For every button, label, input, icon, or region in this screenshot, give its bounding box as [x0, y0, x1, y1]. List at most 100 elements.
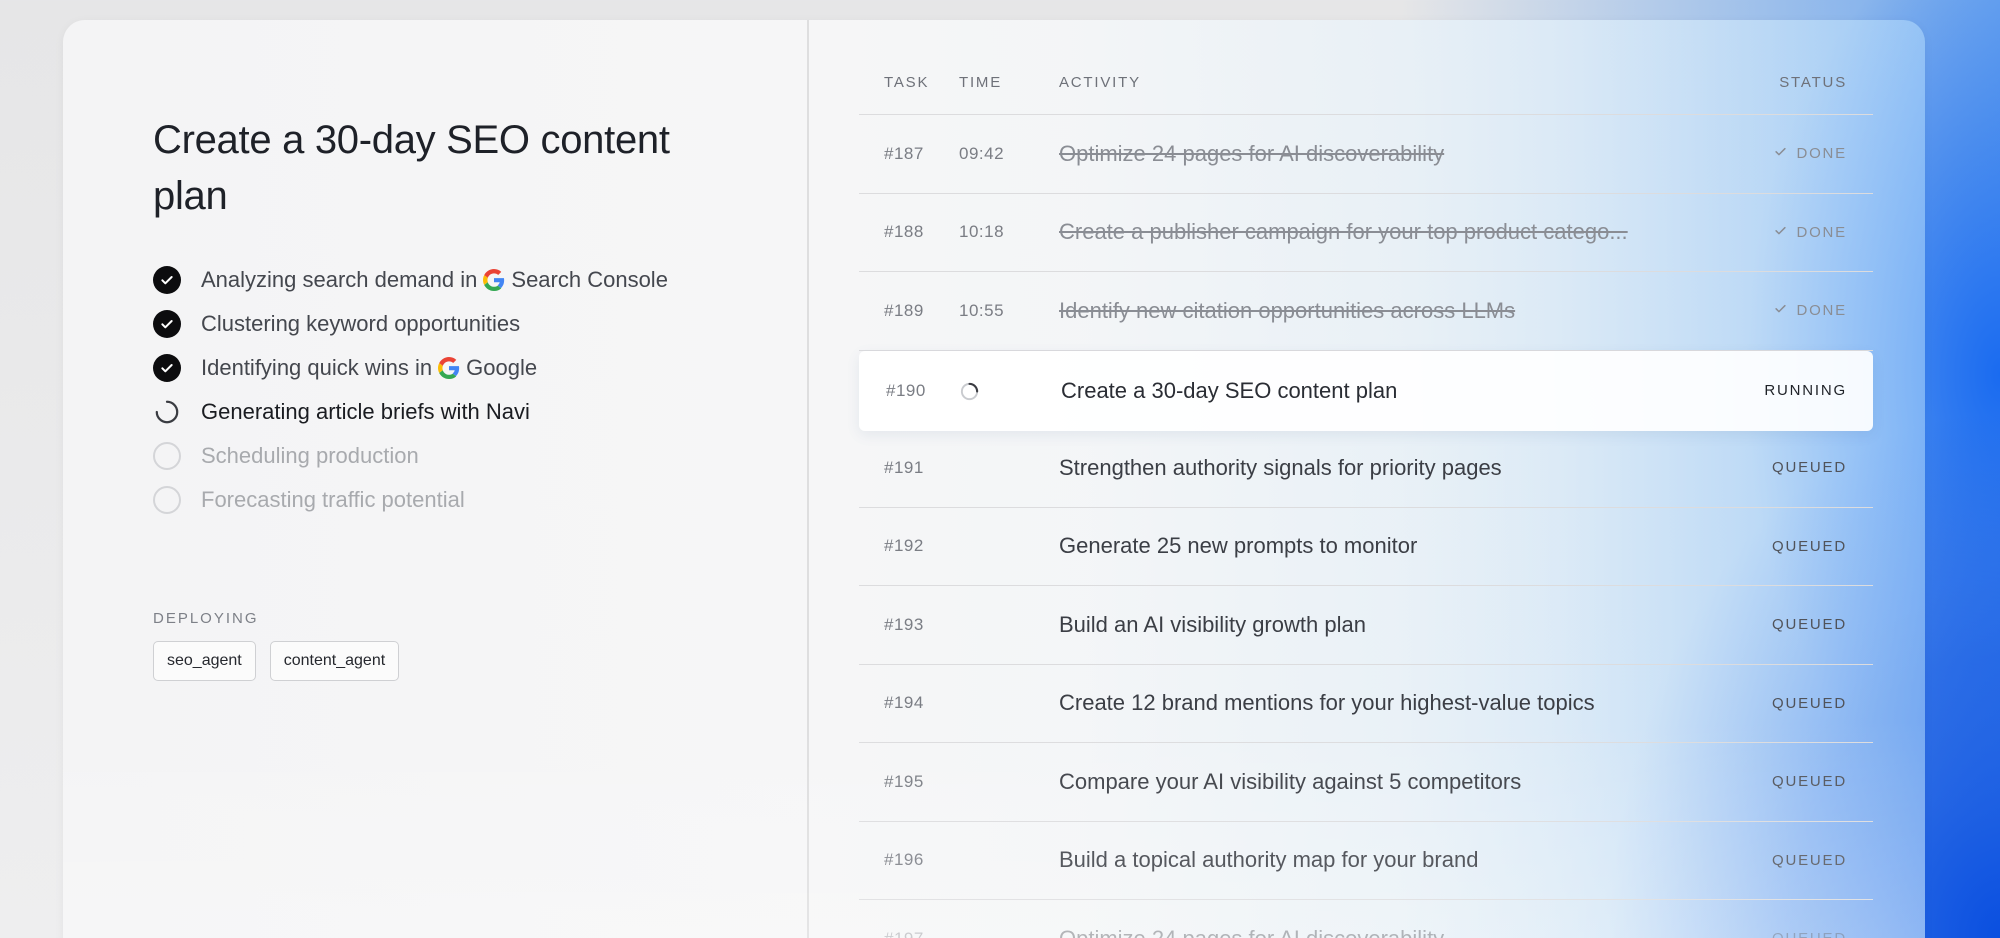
- check-icon: [1773, 223, 1788, 242]
- step-text: Clustering keyword opportunities: [201, 311, 521, 336]
- status-label: QUEUED: [1772, 851, 1847, 869]
- status-badge: QUEUED: [1713, 616, 1873, 633]
- table-row[interactable]: #197 Optimize 24 pages for AI discoverabi…: [859, 900, 1873, 938]
- task-table: TASK TIME ACTIVITY STATUS #187 09:42 Optim…: [859, 20, 1873, 938]
- task-id: #192: [884, 536, 924, 556]
- table-row[interactable]: #190 Create a 30-day SEO content plan RUNN…: [859, 350, 1873, 431]
- table-row[interactable]: #195 Compare your AI visibility against 5…: [859, 743, 1873, 822]
- step-label: Forecasting traffic potential: [201, 487, 465, 513]
- table-row[interactable]: #194 Create 12 brand mentions for your hi…: [859, 665, 1873, 743]
- header-task: TASK: [884, 73, 930, 91]
- step-label: Clustering keyword opportunities: [201, 311, 520, 337]
- agent-chip-seo-agent[interactable]: seo_agent: [153, 641, 256, 681]
- status-badge: DONE: [1713, 223, 1873, 242]
- check-icon: [1773, 144, 1788, 163]
- spinner-icon: [153, 398, 181, 426]
- status-label: QUEUED: [1772, 773, 1847, 791]
- google-logo-icon: [483, 269, 505, 291]
- check-icon: [153, 354, 181, 382]
- step-label: Analyzing search demand in Search Console: [201, 267, 668, 293]
- table-row[interactable]: #187 09:42 Optimize 24 pages for AI discov…: [859, 115, 1873, 194]
- deploying-label: DEPLOYING: [153, 610, 259, 627]
- status-label: DONE: [1796, 223, 1847, 241]
- task-activity: Create 12 brand mentions for your highes…: [1059, 690, 1595, 716]
- table-row[interactable]: #192 Generate 25 new prompts to monitor QU…: [859, 508, 1873, 586]
- step-label: Generating article briefs with Navi: [201, 399, 530, 425]
- step-text-suffix: Google: [466, 355, 538, 380]
- page-title: Create a 30-day SEO content plan: [153, 118, 670, 218]
- spinner-icon: [959, 381, 979, 401]
- status-badge: QUEUED: [1713, 459, 1873, 476]
- status-badge: QUEUED: [1713, 695, 1873, 712]
- agent-chips: seo_agent content_agent: [153, 641, 753, 681]
- task-id: #197: [859, 929, 959, 938]
- status-badge: QUEUED: [1713, 930, 1873, 938]
- table-row[interactable]: #193 Build an AI visibility growth plan QU…: [859, 586, 1873, 665]
- task-activity: Optimize 24 pages for AI discoverability: [1059, 926, 1713, 938]
- task-activity: Build an AI visibility growth plan: [1059, 611, 1366, 637]
- task-panel-card: Create a 30-day SEO content plan Analyzi…: [63, 20, 1925, 938]
- status-label: QUEUED: [1772, 537, 1847, 555]
- task-id: #194: [884, 693, 924, 713]
- empty-circle-icon: [153, 442, 181, 470]
- task-activity: Identify new citation opportunities acro…: [1059, 297, 1516, 323]
- progress-step: Clustering keyword opportunities: [153, 302, 753, 346]
- status-badge: QUEUED: [1713, 773, 1873, 790]
- task-id: #195: [884, 771, 924, 791]
- status-label: RUNNING: [1764, 382, 1847, 399]
- progress-step: Scheduling production: [153, 434, 753, 478]
- task-activity: Create a publisher campaign for your top…: [1059, 219, 1628, 245]
- task-id: #189: [884, 300, 924, 320]
- step-text: Generating article briefs with Navi: [201, 399, 530, 424]
- check-icon: [153, 310, 181, 338]
- table-row[interactable]: #196 Build a topical authority map for yo…: [859, 822, 1873, 900]
- table-row[interactable]: #191 Strengthen authority signals for pri…: [859, 429, 1873, 508]
- step-text: Scheduling production: [201, 443, 419, 468]
- agent-chip-content-agent[interactable]: content_agent: [269, 641, 400, 681]
- table-body: #187 09:42 Optimize 24 pages for AI discov…: [859, 115, 1873, 938]
- progress-step: Identifying quick wins in Google: [153, 346, 753, 390]
- task-activity: Compare your AI visibility against 5 com…: [1059, 768, 1522, 794]
- task-activity: Build a topical authority map for your b…: [1059, 847, 1479, 873]
- task-activity: Create a 30-day SEO content plan: [1061, 377, 1398, 403]
- progress-step: Analyzing search demand in Search Console: [153, 258, 753, 302]
- check-icon: [1773, 301, 1788, 320]
- task-id: #196: [884, 850, 924, 870]
- status-label: DONE: [1796, 145, 1847, 163]
- task-id: #188: [884, 222, 924, 242]
- status-badge: DONE: [1713, 144, 1873, 163]
- task-time: 10:18: [959, 222, 1005, 242]
- header-status: STATUS: [1779, 73, 1847, 91]
- status-label: QUEUED: [1772, 694, 1847, 712]
- step-text: Analyzing search demand in: [201, 267, 478, 292]
- task-time: [959, 380, 1059, 401]
- status-badge: QUEUED: [1713, 852, 1873, 869]
- step-text-suffix: Search Console: [511, 267, 668, 292]
- task-activity: Optimize 24 pages for AI discoverability: [1059, 140, 1445, 166]
- task-activity: Strengthen authority signals for priorit…: [1059, 454, 1502, 480]
- task-time: 09:42: [959, 143, 1005, 163]
- header-activity: ACTIVITY: [1059, 73, 1141, 91]
- status-badge: DONE: [1713, 301, 1873, 320]
- table-header: TASK TIME ACTIVITY STATUS: [859, 20, 1873, 115]
- status-label: QUEUED: [1772, 930, 1847, 938]
- table-row[interactable]: #188 10:18 Create a publisher campaign for…: [859, 194, 1873, 272]
- progress-step: Forecasting traffic potential: [153, 478, 753, 522]
- check-icon: [153, 266, 181, 294]
- status-badge: QUEUED: [1713, 538, 1873, 555]
- step-text: Forecasting traffic potential: [201, 487, 465, 512]
- current-task-panel: Create a 30-day SEO content plan Analyzi…: [153, 112, 753, 681]
- header-time: TIME: [959, 73, 1003, 91]
- task-id: #187: [884, 143, 924, 163]
- progress-steps: Analyzing search demand in Search Console…: [153, 258, 753, 522]
- task-id: #190: [886, 380, 926, 400]
- progress-step: Generating article briefs with Navi: [153, 390, 753, 434]
- table-row[interactable]: #189 10:55 Identify new citation opportuni…: [859, 272, 1873, 351]
- status-label: DONE: [1796, 302, 1847, 320]
- status-badge: RUNNING: [1713, 382, 1873, 399]
- panel-divider: [807, 20, 809, 938]
- task-time: 10:55: [959, 300, 1005, 320]
- status-label: QUEUED: [1772, 459, 1847, 477]
- task-id: #191: [884, 457, 924, 477]
- empty-circle-icon: [153, 486, 181, 514]
